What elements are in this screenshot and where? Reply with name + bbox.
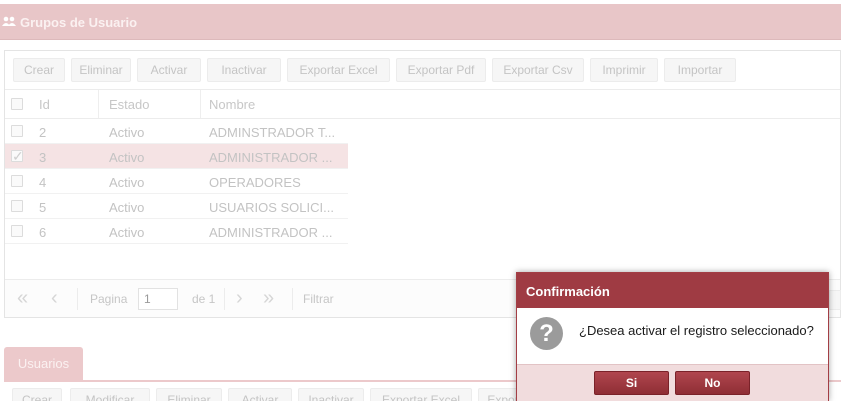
importar-button[interactable]: Importar <box>664 58 736 82</box>
cell-nombre: ADMINISTRADOR ... <box>209 225 333 240</box>
cell-nombre: ADMINISTRADOR ... <box>209 150 333 165</box>
column-divider <box>200 90 201 118</box>
dialog-footer: Si No <box>517 364 828 401</box>
exportar-excel-button[interactable]: Exportar Excel <box>287 58 390 82</box>
table-row[interactable]: 4 Activo OPERADORES <box>5 169 348 194</box>
activar-button[interactable]: Activar <box>137 58 201 82</box>
tab-usuarios[interactable]: Usuarios <box>4 347 83 381</box>
exportar-excel-button[interactable]: Exportar Excel <box>370 388 472 401</box>
eliminar-button[interactable]: Eliminar <box>71 58 131 82</box>
table-row[interactable]: 2 Activo ADMINSTRADOR T... <box>5 119 348 144</box>
inactivar-button[interactable]: Inactivar <box>207 58 281 82</box>
activar-button[interactable]: Activar <box>228 388 292 401</box>
confirmation-dialog: Confirmación ? ¿Desea activar el registr… <box>516 272 829 401</box>
cell-estado: Activo <box>109 225 145 240</box>
cell-id: 3 <box>39 150 47 165</box>
filter-button[interactable]: Filtrar <box>303 292 334 306</box>
cell-nombre: OPERADORES <box>209 175 301 190</box>
pager-divider <box>292 288 293 310</box>
si-button[interactable]: Si <box>594 371 669 395</box>
exportar-csv-button[interactable]: Exportar Csv <box>492 58 584 82</box>
cell-id: 5 <box>39 200 47 215</box>
cell-id: 4 <box>39 175 47 190</box>
pager-divider <box>224 288 225 310</box>
next-page-icon[interactable]: › <box>236 288 243 308</box>
column-header-estado[interactable]: Estado <box>109 97 149 112</box>
cell-nombre: ADMINSTRADOR T... <box>209 125 336 140</box>
row-checkbox[interactable] <box>11 200 23 212</box>
page-label: Pagina <box>90 292 128 306</box>
table-row[interactable]: 5 Activo USUARIOS SOLICI... <box>5 194 348 219</box>
users-icon <box>2 16 16 26</box>
first-page-icon[interactable]: « <box>17 288 28 308</box>
check-icon: ✓ <box>12 148 24 164</box>
table-row[interactable]: 6 Activo ADMINISTRADOR ... <box>5 219 348 244</box>
no-button[interactable]: No <box>675 371 750 395</box>
page-count-label: de 1 <box>192 292 216 306</box>
last-page-icon[interactable]: » <box>263 288 274 308</box>
cell-nombre: USUARIOS SOLICI... <box>209 200 334 215</box>
prev-page-icon[interactable]: ‹ <box>51 288 58 308</box>
cell-id: 6 <box>39 225 47 240</box>
dialog-message: ¿Desea activar el registro seleccionado? <box>579 323 814 338</box>
question-icon: ? <box>530 317 563 350</box>
inactivar-button[interactable]: Inactivar <box>298 388 364 401</box>
scroll-stub <box>829 290 841 310</box>
pager-divider <box>77 288 78 310</box>
row-checkbox-checked[interactable]: ✓ <box>11 148 24 164</box>
dialog-titlebar[interactable]: Confirmación <box>517 273 828 308</box>
imprimir-button[interactable]: Imprimir <box>590 58 658 82</box>
column-header-nombre[interactable]: Nombre <box>209 97 255 112</box>
crear-button[interactable]: Crear <box>13 58 65 82</box>
crear-button[interactable]: Crear <box>12 388 62 401</box>
cell-estado: Activo <box>109 150 145 165</box>
modificar-button[interactable]: Modificar <box>70 388 150 401</box>
column-header-id[interactable]: Id <box>39 97 50 112</box>
select-all-checkbox[interactable] <box>11 98 23 110</box>
dialog-title: Confirmación <box>526 284 610 299</box>
module-header: Grupos de Usuario <box>0 4 841 40</box>
page-title: Grupos de Usuario <box>20 15 138 30</box>
exportar-pdf-button[interactable]: Exportar Pdf <box>396 58 486 82</box>
cell-estado: Activo <box>109 200 145 215</box>
table-row-selected[interactable]: ✓ 3 Activo ADMINISTRADOR ... <box>5 144 348 169</box>
row-checkbox[interactable] <box>11 175 23 187</box>
cell-id: 2 <box>39 125 47 140</box>
table-header: Id Estado Nombre <box>5 89 840 119</box>
page-number-input[interactable] <box>138 288 178 310</box>
eliminar-button[interactable]: Eliminar <box>156 388 222 401</box>
row-checkbox[interactable] <box>11 225 23 237</box>
cell-estado: Activo <box>109 125 145 140</box>
column-divider <box>98 90 99 118</box>
dialog-body: ? ¿Desea activar el registro seleccionad… <box>517 308 828 364</box>
row-checkbox[interactable] <box>11 125 23 137</box>
cell-estado: Activo <box>109 175 145 190</box>
